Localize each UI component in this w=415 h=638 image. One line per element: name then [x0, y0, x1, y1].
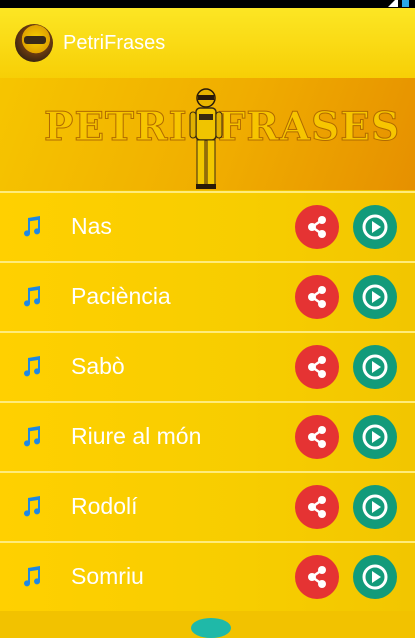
list-item-label: Riure al món [71, 423, 202, 449]
share-button[interactable] [295, 415, 339, 459]
music-note-icon [24, 356, 41, 377]
share-icon [308, 496, 326, 518]
floating-action-button[interactable] [191, 618, 231, 638]
app-title: PetriFrases [63, 31, 166, 54]
signal-icon [388, 0, 398, 7]
app-logo-icon [15, 24, 53, 62]
play-button[interactable] [353, 205, 397, 249]
play-button[interactable] [353, 485, 397, 529]
music-note-icon [24, 286, 41, 307]
play-icon [362, 284, 388, 310]
list-item[interactable]: Sabò [0, 331, 415, 401]
play-icon [362, 564, 388, 590]
list-item-label: Rodolí [71, 493, 138, 519]
phrase-list: Nas Paciència Sabò Riure al món Rodolí S… [0, 191, 415, 611]
music-note-icon [24, 216, 41, 237]
share-icon [308, 216, 326, 238]
banner-title-right: FRASES [217, 104, 401, 151]
music-note-icon [24, 496, 41, 517]
play-button[interactable] [353, 415, 397, 459]
app-bar: PetriFrases [0, 8, 415, 78]
list-item-label: Paciència [71, 283, 171, 309]
play-icon [362, 214, 388, 240]
music-note-icon [24, 566, 41, 587]
play-button[interactable] [353, 275, 397, 319]
banner-title-left: PETRI [44, 104, 188, 151]
music-note-icon [24, 426, 41, 447]
list-item-label: Sabò [71, 353, 125, 379]
share-icon [308, 566, 326, 588]
status-icons [388, 0, 409, 7]
share-button[interactable] [295, 555, 339, 599]
character-figure-image [189, 88, 223, 189]
play-icon [362, 494, 388, 520]
list-item[interactable]: Rodolí [0, 471, 415, 541]
share-button[interactable] [295, 205, 339, 249]
battery-icon [402, 0, 409, 7]
play-icon [362, 424, 388, 450]
share-button[interactable] [295, 485, 339, 529]
header-banner: PETRI FRASES [0, 78, 415, 190]
list-item[interactable]: Somriu [0, 541, 415, 611]
list-item[interactable]: Paciència [0, 261, 415, 331]
share-icon [308, 286, 326, 308]
list-item[interactable]: Nas [0, 191, 415, 261]
share-button[interactable] [295, 345, 339, 389]
list-item-label: Somriu [71, 563, 144, 589]
share-button[interactable] [295, 275, 339, 319]
list-item-label: Nas [71, 213, 112, 239]
share-icon [308, 426, 326, 448]
list-item[interactable]: Riure al món [0, 401, 415, 471]
play-button[interactable] [353, 345, 397, 389]
play-button[interactable] [353, 555, 397, 599]
play-icon [362, 354, 388, 380]
status-bar [0, 0, 415, 8]
share-icon [308, 356, 326, 378]
